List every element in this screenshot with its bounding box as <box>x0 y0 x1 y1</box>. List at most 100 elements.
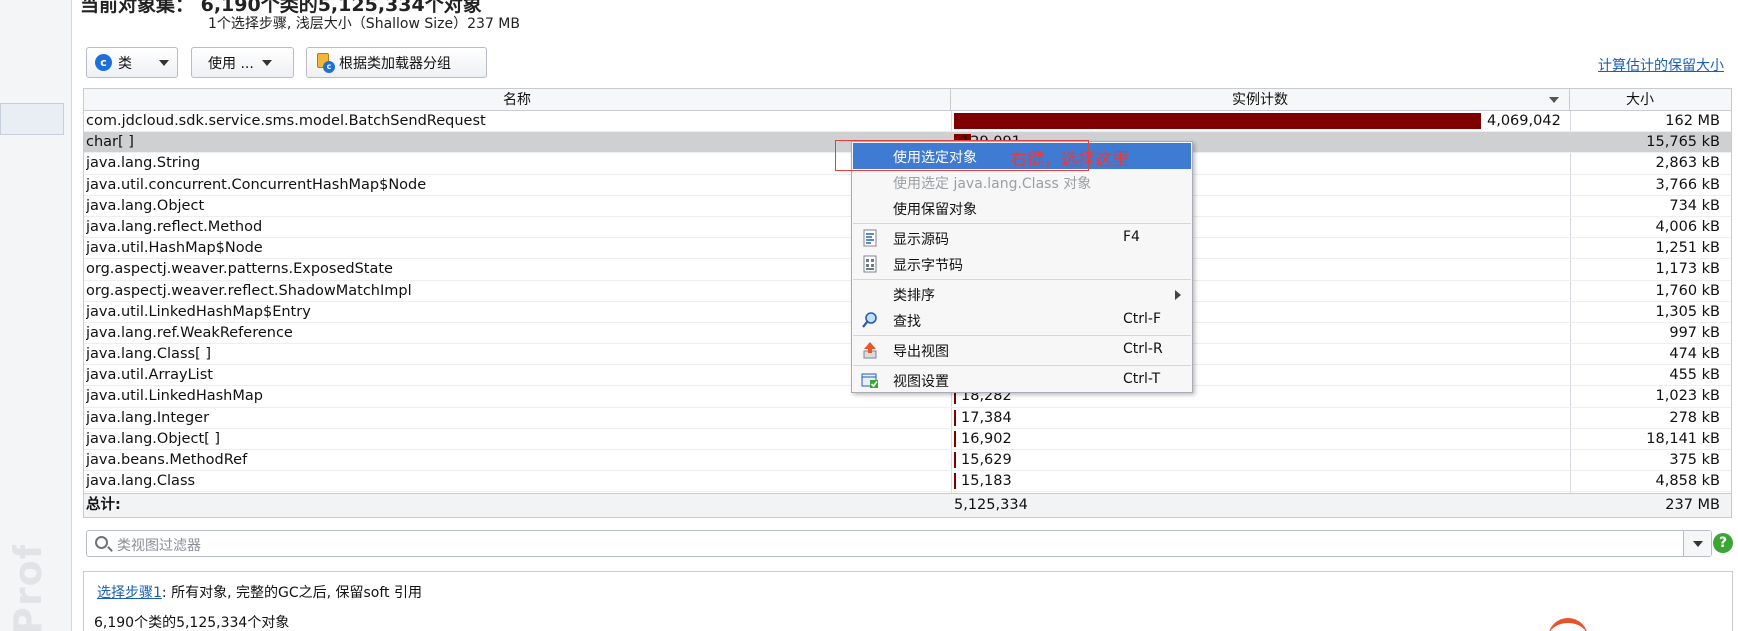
menu-item-shortcut: F4 <box>1123 229 1140 245</box>
menu-item-show-bytecode[interactable]: 显示字节码 <box>853 251 1191 277</box>
bytecode-icon <box>863 255 877 273</box>
filter-dropdown-button[interactable] <box>1683 531 1711 556</box>
table-header: 名称 实例计数 大小 <box>84 89 1731 111</box>
table-row[interactable]: java.lang.Integer 17,384 278 kB <box>84 408 1731 429</box>
instance-count-bar <box>954 473 956 490</box>
size-cell: 162 MB <box>1665 113 1720 129</box>
menu-item-find[interactable]: 查找 Ctrl-F <box>853 307 1191 333</box>
class-name-cell: java.lang.Class <box>86 473 196 490</box>
size-cell: 455 kB <box>1669 367 1720 384</box>
size-cell: 1,251 kB <box>1655 240 1720 257</box>
menu-item-shortcut: Ctrl-R <box>1123 341 1163 357</box>
filter-placeholder: 类视图过滤器 <box>117 538 201 554</box>
total-row: 总计: 5,125,334 237 MB <box>84 493 1731 517</box>
size-cell: 4,006 kB <box>1655 218 1720 235</box>
class-name-cell: java.lang.Class[ ] <box>86 346 211 363</box>
size-cell: 4,858 kB <box>1655 473 1720 490</box>
use-dropdown[interactable]: 使用 ... <box>191 47 294 78</box>
annotation-text: 右键，选择这里 <box>1010 150 1129 170</box>
table-row[interactable]: java.beans.MethodRef 15,629 375 kB <box>84 450 1731 472</box>
column-header-count[interactable]: 实例计数 <box>951 89 1570 111</box>
menu-item-label: 显示字节码 <box>893 258 963 274</box>
menu-item-export-view[interactable]: 导出视图 Ctrl-R <box>853 337 1191 363</box>
class-name-cell: java.util.HashMap$Node <box>86 240 263 257</box>
export-icon <box>863 342 877 359</box>
table-row[interactable]: java.lang.Class 15,183 4,858 kB <box>84 471 1731 493</box>
menu-item-sort-classes[interactable]: 类排序 <box>853 281 1191 307</box>
class-name-cell: java.beans.MethodRef <box>86 452 248 468</box>
class-view-dropdown[interactable]: c 类 <box>86 47 178 78</box>
column-header-name[interactable]: 名称 <box>84 89 951 111</box>
class-name-cell: java.util.LinkedHashMap <box>86 388 263 405</box>
class-name-cell: com.jdcloud.sdk.service.sms.model.BatchS… <box>86 113 486 129</box>
total-label: 总计: <box>86 497 121 513</box>
menu-item-view-settings[interactable]: 视图设置 Ctrl-T <box>853 367 1191 393</box>
instance-count-bar <box>954 409 956 426</box>
table-row[interactable]: java.lang.Object[ ] 16,902 18,141 kB <box>84 429 1731 450</box>
size-cell: 997 kB <box>1669 324 1720 341</box>
size-cell: 1,760 kB <box>1655 282 1720 299</box>
menu-item-label: 显示源码 <box>893 232 949 248</box>
menu-item-label: 导出视图 <box>893 344 949 360</box>
search-icon <box>862 312 877 328</box>
class-name-cell: java.lang.reflect.Method <box>86 218 263 235</box>
menu-item-use-retained[interactable]: 使用保留对象 <box>853 195 1191 221</box>
page-subtitle: 1个选择步骤, 浅层大小（Shallow Size）237 MB <box>208 16 520 32</box>
size-cell: 1,173 kB <box>1655 261 1720 278</box>
sidebar-selected-item[interactable] <box>0 103 64 135</box>
calc-retained-size-link[interactable]: 计算估计的保留大小 <box>1598 55 1724 75</box>
size-cell: 3,766 kB <box>1655 176 1720 193</box>
class-name-cell: java.util.concurrent.ConcurrentHashMap$N… <box>86 176 427 193</box>
class-name-cell: java.lang.Object <box>86 197 205 214</box>
selection-step-link[interactable]: 选择步骤1 <box>97 585 162 601</box>
size-cell: 1,023 kB <box>1655 388 1720 405</box>
source-code-icon <box>863 229 877 247</box>
instance-count-bar <box>954 452 956 468</box>
instance-count-cell: 17,384 <box>961 409 1012 426</box>
sidebar-watermark: Profiler <box>6 545 50 631</box>
size-cell: 18,141 kB <box>1646 430 1720 447</box>
menu-item-label: 视图设置 <box>893 374 949 390</box>
class-name-cell: java.lang.Object[ ] <box>86 430 221 447</box>
help-icon[interactable]: ? <box>1713 533 1733 553</box>
menu-item-show-source[interactable]: 显示源码 F4 <box>853 225 1191 251</box>
class-view-filter[interactable]: 类视图过滤器 <box>86 530 1712 557</box>
instance-count-cell: 16,902 <box>961 430 1012 447</box>
sort-descending-icon <box>1549 97 1559 103</box>
class-name-cell: char[ ] <box>86 134 134 151</box>
use-label: 使用 ... <box>208 55 254 72</box>
menu-item-label: 查找 <box>893 314 921 330</box>
menu-item-use-class-objects[interactable]: 使用选定 java.lang.Class 对象 <box>853 169 1191 195</box>
table-row[interactable]: com.jdcloud.sdk.service.sms.model.BatchS… <box>84 111 1731 133</box>
class-name-cell: org.aspectj.weaver.patterns.ExposedState <box>86 261 393 278</box>
context-menu: 使用选定对象 使用选定 java.lang.Class 对象 使用保留对象 显示… <box>851 141 1193 393</box>
class-name-cell: java.lang.String <box>86 155 201 172</box>
size-cell: 1,305 kB <box>1655 303 1720 320</box>
class-view-label: 类 <box>118 55 132 72</box>
size-cell: 2,863 kB <box>1655 155 1720 172</box>
total-size: 237 MB <box>1665 497 1720 513</box>
column-header-size[interactable]: 大小 <box>1570 89 1733 111</box>
class-name-cell: org.aspectj.weaver.reflect.ShadowMatchIm… <box>86 282 412 299</box>
class-name-cell: java.lang.Integer <box>86 409 210 426</box>
selection-step-text: : 所有对象, 完整的GC之后, 保留soft 引用 <box>161 585 422 601</box>
selection-step-line: 选择步骤1: 所有对象, 完整的GC之后, 保留soft 引用 <box>97 582 422 602</box>
menu-item-label: 使用保留对象 <box>893 202 977 218</box>
classloader-icon: c <box>315 52 335 73</box>
menu-item-label: 类排序 <box>893 288 935 304</box>
class-name-cell: java.util.LinkedHashMap$Entry <box>86 303 311 320</box>
group-by-classloader-button[interactable]: c 根据类加载器分组 <box>306 47 487 78</box>
chevron-down-icon <box>261 59 272 66</box>
instance-count-cell: 4,069,042 <box>1487 113 1561 129</box>
chevron-down-icon <box>159 59 169 66</box>
size-cell: 278 kB <box>1669 409 1720 426</box>
instance-count-cell: 15,629 <box>961 452 1012 468</box>
submenu-arrow-icon <box>1175 290 1181 300</box>
total-count: 5,125,334 <box>954 497 1028 513</box>
class-name-cell: java.util.ArrayList <box>86 367 213 384</box>
instance-count-cell: 15,183 <box>961 473 1012 490</box>
left-sidebar: Profiler <box>0 0 72 631</box>
view-settings-icon <box>861 373 878 388</box>
menu-item-label: 使用选定 java.lang.Class 对象 <box>893 176 1092 192</box>
selection-summary: 6,190个类的5,125,334个对象 <box>94 615 290 631</box>
